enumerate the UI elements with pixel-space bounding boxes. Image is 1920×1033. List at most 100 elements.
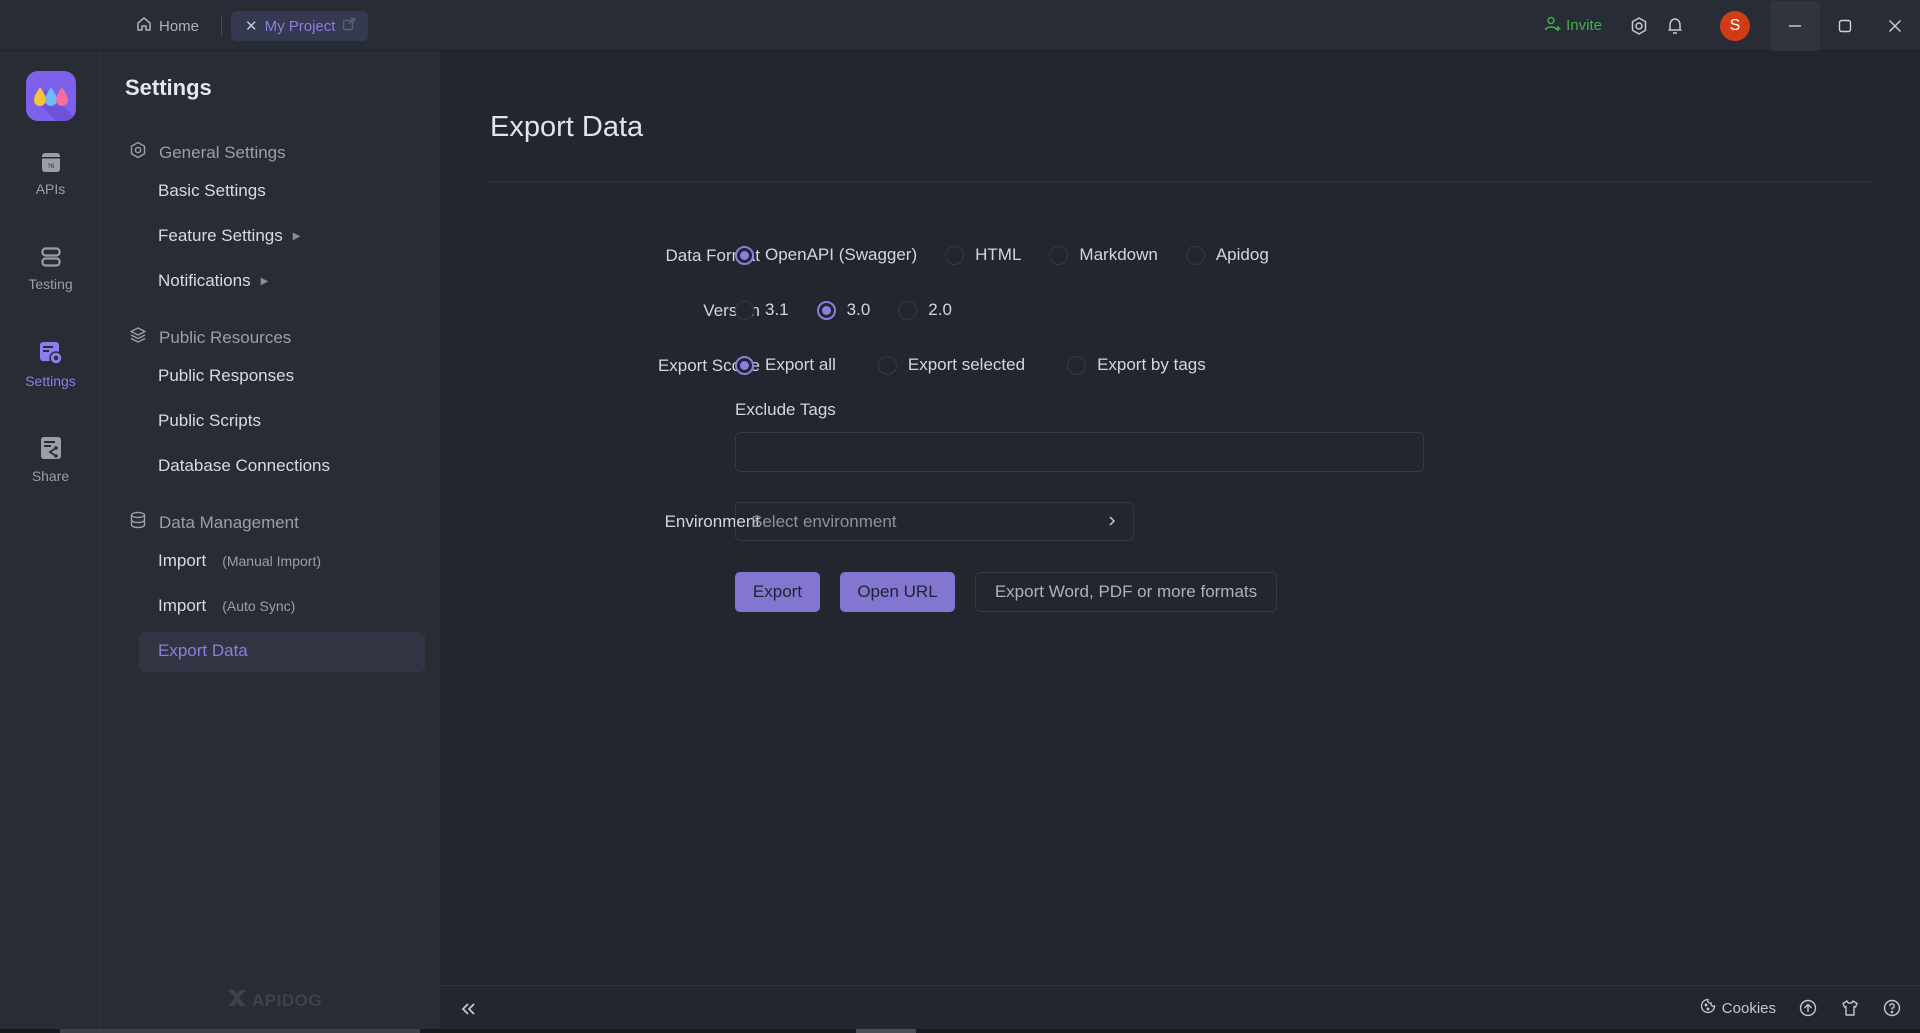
- radio-version-3-1[interactable]: 3.1: [735, 300, 789, 320]
- expand-arrow-icon: ▶: [260, 275, 269, 287]
- radio-label: OpenAPI (Swagger): [765, 245, 918, 264]
- group-data-management: Data Management: [129, 511, 299, 534]
- sidebar-item-feature-settings[interactable]: Feature Settings ▶: [158, 226, 300, 246]
- radio-label: Apidog: [1215, 245, 1269, 264]
- environment-placeholder: Select environment: [751, 511, 897, 531]
- radio-apidog[interactable]: Apidog: [1185, 245, 1269, 265]
- radio-dot[interactable]: [735, 245, 754, 265]
- tab-my-project[interactable]: ✕ My Project: [231, 11, 369, 41]
- upload-icon[interactable]: [1798, 998, 1818, 1018]
- settings-gear-icon[interactable]: [1628, 15, 1650, 37]
- sidebar-item-database-connections[interactable]: Database Connections: [158, 456, 330, 476]
- tab-home-label: Home: [159, 17, 200, 35]
- collapse-sidebar-icon[interactable]: [460, 996, 476, 1022]
- rail-label-share: Share: [31, 468, 70, 484]
- radio-label: Export all: [765, 355, 836, 374]
- group-label: General Settings: [159, 142, 286, 162]
- radio-dot[interactable]: [1185, 245, 1205, 265]
- layers-icon: [129, 326, 147, 349]
- group-public-resources: Public Resources: [129, 326, 291, 349]
- item-label: Import: [158, 551, 207, 570]
- close-tab-icon[interactable]: ✕: [245, 17, 258, 35]
- apidog-logo[interactable]: [26, 71, 76, 121]
- close-window-button[interactable]: [1870, 1, 1920, 51]
- share-icon: [40, 436, 62, 463]
- apidog-mark-icon: [226, 988, 248, 1013]
- rail-label-settings: Settings: [25, 373, 76, 389]
- item-label: Import: [158, 596, 207, 615]
- export-button[interactable]: Export: [735, 572, 820, 612]
- open-url-button[interactable]: Open URL: [840, 572, 955, 612]
- main-content: Export Data Data Format OpenAPI (Swagger…: [440, 51, 1920, 1033]
- add-user-icon: [1544, 15, 1562, 37]
- item-label: Public Scripts: [158, 411, 261, 430]
- exclude-tags-input[interactable]: [735, 432, 1424, 472]
- invite-button[interactable]: Invite: [1544, 15, 1602, 37]
- minimize-button[interactable]: [1770, 0, 1820, 51]
- radio-label: Export by tags: [1097, 355, 1206, 374]
- tab-home[interactable]: Home: [135, 14, 199, 38]
- group-label: Public Resources: [159, 327, 292, 347]
- item-label: Database Connections: [158, 456, 331, 475]
- external-link-icon[interactable]: [342, 17, 356, 35]
- radio-dot[interactable]: [1049, 245, 1069, 265]
- main-scrollbar[interactable]: [856, 1029, 916, 1033]
- radio-markdown[interactable]: Markdown: [1049, 245, 1158, 265]
- rail-item-settings[interactable]: Settings: [0, 341, 101, 389]
- sidebar-item-export-data-label[interactable]: Export Data: [158, 641, 248, 661]
- watermark-text: APIDOG: [252, 990, 323, 1010]
- maximize-button[interactable]: [1820, 1, 1870, 51]
- rail-item-testing[interactable]: Testing: [0, 246, 101, 292]
- radio-export-by-tags[interactable]: Export by tags: [1067, 355, 1206, 375]
- bell-icon[interactable]: [1664, 15, 1686, 37]
- sidebar-item-public-responses[interactable]: Public Responses: [158, 366, 294, 386]
- exclude-tags-label: Exclude Tags: [735, 400, 836, 419]
- radio-openapi[interactable]: OpenAPI (Swagger): [735, 245, 917, 265]
- item-sublabel: (Auto Sync): [222, 598, 296, 614]
- radio-dot[interactable]: [735, 355, 754, 375]
- radio-export-all[interactable]: Export all: [735, 355, 836, 375]
- cookies-button[interactable]: Cookies: [1700, 998, 1776, 1018]
- radio-dot[interactable]: [816, 300, 836, 320]
- environment-select[interactable]: Select environment: [735, 502, 1134, 541]
- radio-dot[interactable]: [1067, 355, 1087, 375]
- radio-dot[interactable]: [735, 300, 754, 320]
- radio-label: 3.0: [846, 300, 871, 319]
- rail-label-apis: APIs: [35, 181, 66, 197]
- sidebar-item-public-scripts[interactable]: Public Scripts: [158, 411, 261, 431]
- database-icon: [129, 511, 147, 534]
- radio-label: HTML: [975, 245, 1022, 264]
- radio-dot[interactable]: [945, 245, 965, 265]
- radio-dot[interactable]: [898, 300, 918, 320]
- sidebar-item-import-manual[interactable]: Import (Manual Import): [158, 551, 321, 571]
- sidebar-item-notifications[interactable]: Notifications ▶: [158, 271, 268, 291]
- radio-label: 2.0: [928, 300, 952, 319]
- home-icon: [135, 15, 153, 37]
- user-avatar[interactable]: S: [1720, 10, 1750, 41]
- svg-text:?6: ?6: [47, 163, 54, 170]
- expand-arrow-icon: ▶: [292, 230, 301, 242]
- radio-version-2-0[interactable]: 2.0: [898, 300, 952, 320]
- item-label: Public Responses: [158, 366, 295, 385]
- help-icon[interactable]: [1882, 998, 1902, 1018]
- radio-export-selected[interactable]: Export selected: [877, 355, 1025, 375]
- tab-divider: [221, 16, 222, 36]
- cookies-label: Cookies: [1721, 999, 1776, 1017]
- sidebar-item-import-auto-sync[interactable]: Import (Auto Sync): [158, 596, 295, 616]
- item-label: Feature Settings: [158, 226, 283, 245]
- title-bar: Home ✕ My Project Invite S: [0, 0, 1920, 51]
- shirt-icon[interactable]: [1840, 998, 1860, 1018]
- rail-item-apis[interactable]: ?6 APIs: [0, 151, 101, 197]
- radio-version-3-0[interactable]: 3.0: [816, 300, 871, 320]
- radio-dot[interactable]: [877, 355, 897, 375]
- item-label: Basic Settings: [158, 181, 266, 200]
- invite-label: Invite: [1566, 17, 1602, 34]
- radio-html[interactable]: HTML: [945, 245, 1021, 265]
- sidebar-item-basic-settings[interactable]: Basic Settings: [158, 181, 266, 201]
- rail-item-share[interactable]: Share: [0, 436, 101, 484]
- radio-label: 3.1: [765, 300, 789, 319]
- export-more-formats-button[interactable]: Export Word, PDF or more formats: [975, 572, 1277, 612]
- sidebar-scrollbar[interactable]: [60, 1029, 420, 1033]
- gear-icon: [129, 141, 147, 164]
- radio-label: Markdown: [1079, 245, 1158, 264]
